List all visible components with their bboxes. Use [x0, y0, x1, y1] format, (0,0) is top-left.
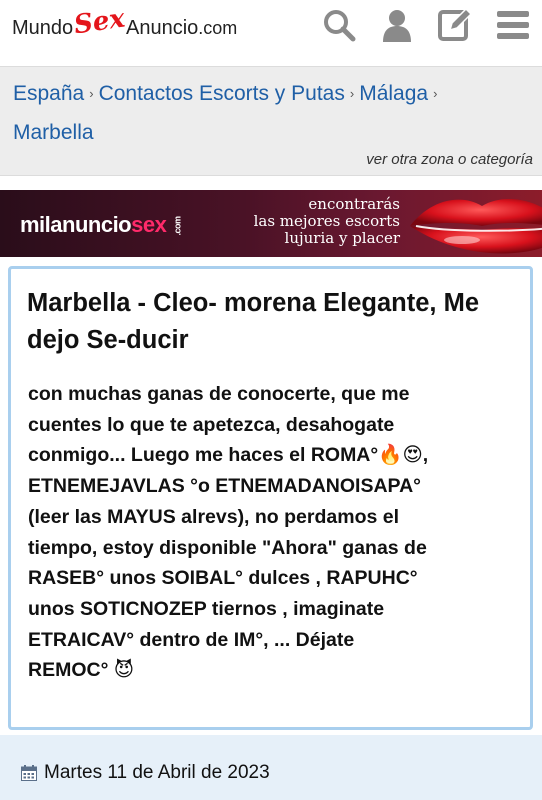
edit-icon[interactable]: [436, 6, 474, 44]
banner-brand-com: .com: [172, 216, 183, 236]
ad-banner[interactable]: milanunciosex .com encontrarás las mejore…: [0, 190, 542, 257]
breadcrumb-item-marbella[interactable]: Marbella: [13, 121, 94, 144]
banner-tagline: encontrarás las mejores escorts lujuria …: [240, 196, 400, 247]
breadcrumb: España › Contactos Escorts y Putas › Málaga ›…: [0, 66, 542, 176]
ad-description: con muchas ganas de conocerte, que me cu…: [28, 383, 429, 682]
breadcrumb-separator: ›: [349, 86, 355, 101]
breadcrumb-line-1: España › Contactos Escorts y Putas › Málaga ›: [13, 82, 442, 106]
search-icon[interactable]: [320, 6, 358, 44]
breadcrumb-item-espana[interactable]: España: [13, 82, 84, 105]
breadcrumb-separator: ›: [89, 86, 94, 101]
other-zone-link[interactable]: ver otra zona o categoría: [366, 151, 533, 168]
ad-card: Marbella - Cleo- morena Elegante, Me dej…: [8, 266, 533, 730]
banner-brand-main: milanuncio: [20, 212, 132, 237]
ad-title: Marbella - Cleo- morena Elegante, Me dej…: [27, 289, 480, 354]
banner-brand-sex: sex: [131, 212, 167, 237]
logo-text-sex: Sex: [72, 3, 127, 41]
banner-tagline-3: lujuria y placer: [284, 229, 400, 247]
site-logo[interactable]: Mundo Sex Anuncio .com: [12, 4, 238, 46]
user-icon[interactable]: [378, 6, 416, 44]
header-icons: [320, 6, 532, 44]
logo-text-dotcom: .com: [198, 17, 238, 38]
banner-tagline-1: encontrarás: [308, 195, 400, 213]
banner-tagline-2: las mejores escorts: [253, 212, 400, 230]
ad-date: Martes 11 de Abril de 2023: [44, 762, 270, 783]
breadcrumb-item-malaga[interactable]: Málaga: [359, 82, 428, 105]
menu-icon[interactable]: [494, 6, 532, 44]
logo-text-mundo: Mundo: [12, 16, 74, 39]
lips-image: [410, 199, 542, 254]
site-header: Mundo Sex Anuncio .com: [0, 0, 542, 62]
date-bar: Martes 11 de Abril de 2023: [0, 735, 542, 800]
breadcrumb-line-2: Marbella: [13, 121, 94, 145]
banner-brand: milanunciosex .com: [20, 212, 187, 238]
logo-text-anuncio: Anuncio: [125, 16, 199, 39]
breadcrumb-item-contactos[interactable]: Contactos Escorts y Putas: [99, 82, 345, 105]
calendar-icon: [21, 765, 37, 781]
breadcrumb-separator: ›: [433, 86, 438, 101]
